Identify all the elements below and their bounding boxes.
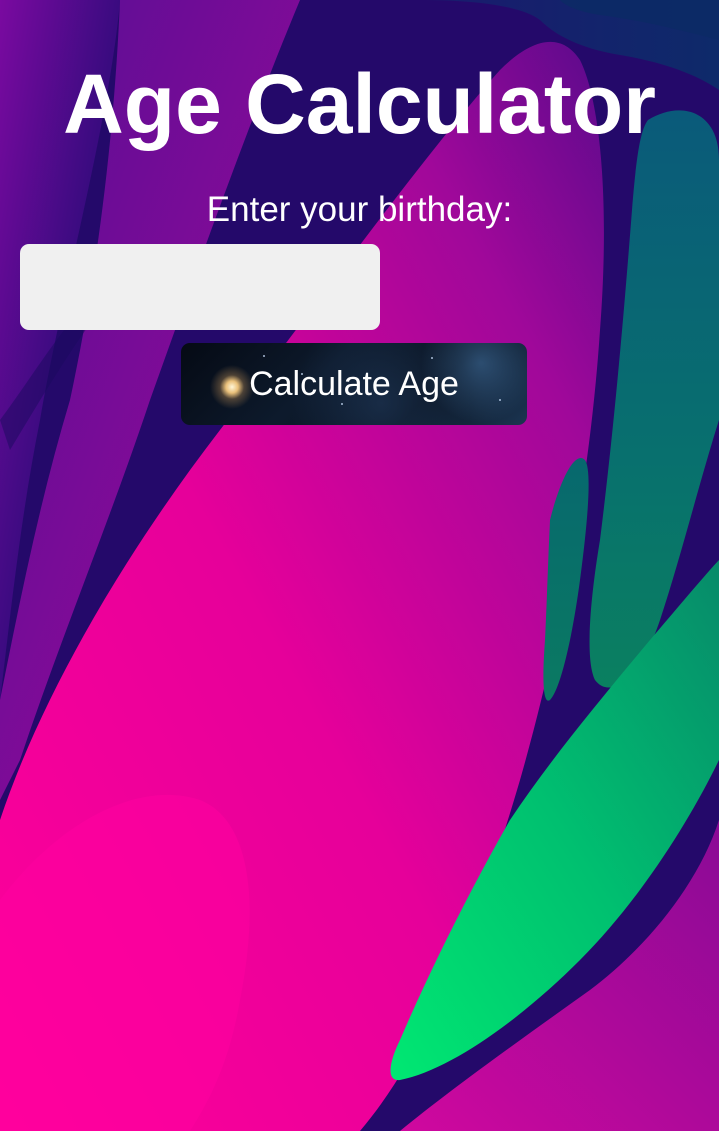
page-title: Age Calculator bbox=[63, 57, 656, 151]
calculate-age-label: Calculate Age bbox=[249, 365, 459, 403]
app-screen: Age Calculator Enter your birthday: Calc… bbox=[0, 0, 719, 1131]
birthday-label: Enter your birthday: bbox=[206, 190, 513, 229]
birthday-input[interactable] bbox=[20, 244, 380, 330]
calculate-age-button[interactable]: Calculate Age bbox=[181, 343, 527, 425]
